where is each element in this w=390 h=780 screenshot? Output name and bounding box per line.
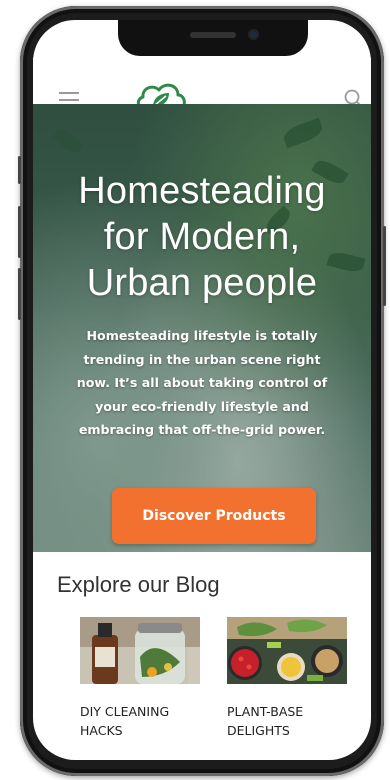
caption-line: DELIGHTS — [227, 723, 290, 738]
blog-card-plant-base[interactable]: PLANT-BASE DELIGHTS — [227, 617, 347, 740]
power-button — [383, 226, 386, 306]
hero-title-line: for Modern, — [103, 216, 301, 258]
cleaning-supplies-image — [80, 617, 200, 684]
hero-description-line: embracing that off-the-grid power. — [78, 422, 326, 437]
hero-title-line: Urban people — [86, 262, 318, 304]
hero-description-line: now. It’s all about taking control of — [76, 375, 328, 390]
volume-up-button — [18, 206, 21, 258]
blog-card-caption: PLANT-BASE DELIGHTS — [227, 702, 347, 740]
blog-card-diy-cleaning[interactable]: DIY CLEANING HACKS — [80, 617, 200, 740]
hero-title-line: Homesteading — [78, 170, 326, 212]
hero-description-line: Homesteading lifestyle is totally — [86, 328, 318, 343]
hero-title: Homesteading for Modern, Urban people — [33, 168, 371, 306]
hero-description-line: your eco-friendly lifestyle and — [95, 398, 309, 414]
hero-description: Homesteading lifestyle is totally trendi… — [33, 324, 371, 442]
hero-section: Homesteading for Modern, Urban people Ho… — [33, 104, 371, 552]
volume-down-button — [18, 268, 21, 320]
phone-notch — [118, 20, 308, 56]
plant-based-food-image — [227, 617, 347, 684]
speaker-grille — [190, 32, 236, 38]
caption-line: PLANT-BASE — [227, 704, 304, 719]
blog-section-title: Explore our Blog — [57, 572, 220, 597]
blog-card-caption: DIY CLEANING HACKS — [80, 702, 200, 740]
mute-switch — [18, 156, 21, 184]
hero-description-line: trending in the urban scene right — [83, 351, 321, 367]
camera-icon — [248, 29, 259, 40]
caption-line: DIY CLEANING — [80, 704, 170, 719]
discover-products-button[interactable]: Discover Products — [112, 488, 316, 544]
screen: Homesteading for Modern, Urban people Ho… — [33, 20, 371, 760]
caption-line: HACKS — [80, 723, 123, 738]
